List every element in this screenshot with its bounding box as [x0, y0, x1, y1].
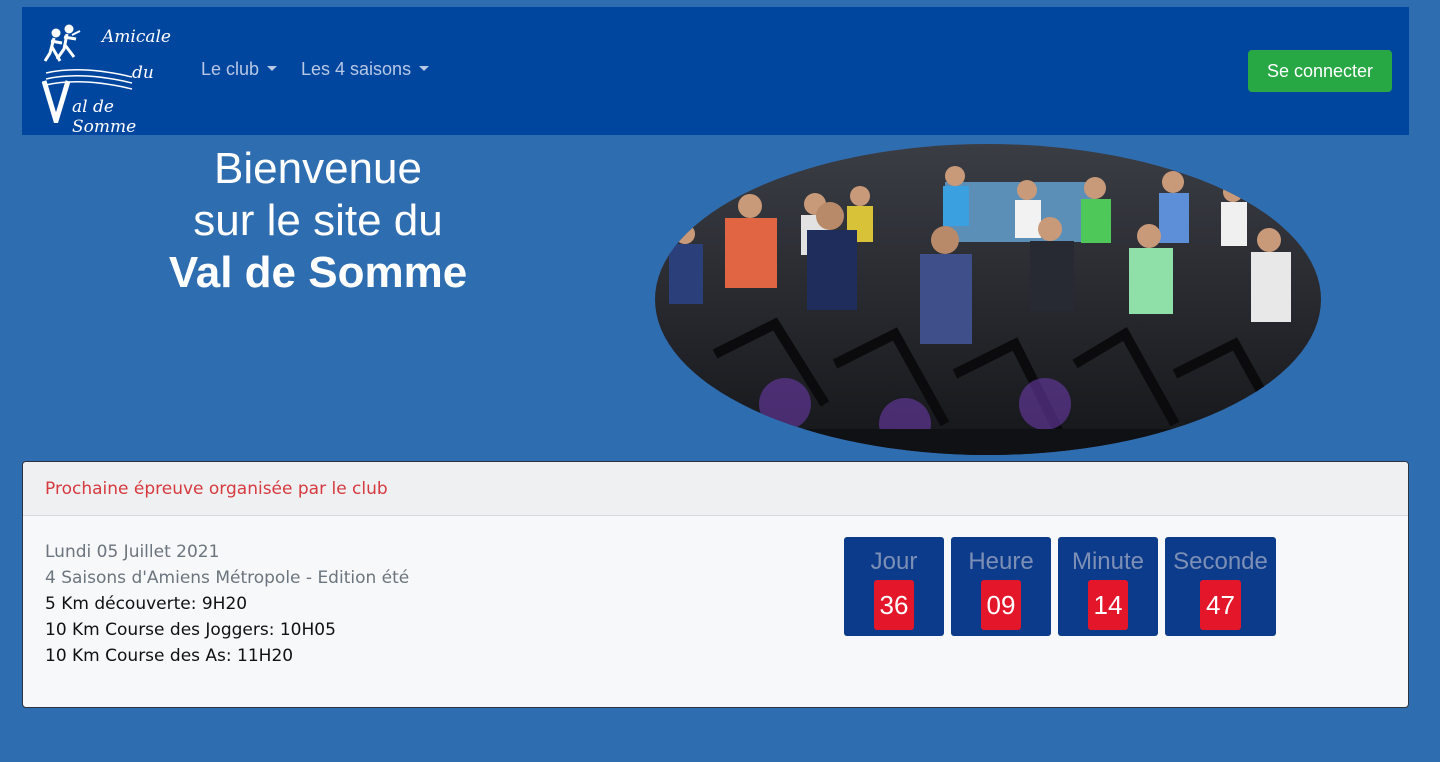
countdown-value: 14	[1087, 580, 1129, 630]
welcome-heading: Bienvenue sur le site du Val de Somme	[68, 143, 568, 299]
logo-text-val-de-somme: al de Somme	[72, 97, 137, 137]
countdown-minutes: Minute 14	[1058, 537, 1158, 636]
welcome-line-2: sur le site du	[193, 196, 443, 245]
next-event-title: Prochaine épreuve organisée par le club	[45, 479, 388, 499]
race-item: 5 Km découverte: 9H20	[45, 594, 248, 614]
card-header: Prochaine épreuve organisée par le club	[23, 462, 1408, 516]
login-button[interactable]: Se connecter	[1248, 50, 1392, 92]
nav-menu-le-club-label: Le club	[201, 59, 260, 79]
welcome-line-1: Bienvenue	[214, 144, 422, 193]
event-details: Lundi 05 Juillet 2021 4 Saisons d'Amiens…	[45, 539, 409, 669]
countdown-value: 09	[980, 580, 1022, 630]
chevron-down-icon	[419, 65, 430, 71]
navbar: Amicale du al de Somme Le club Les 4 sai…	[22, 7, 1409, 137]
nav-menu-le-club[interactable]: Le club	[201, 59, 278, 80]
countdown-seconds: Seconde 47	[1165, 537, 1276, 636]
club-logo[interactable]: Amicale du al de Somme	[41, 21, 174, 137]
logo-text-du: du	[132, 63, 154, 83]
countdown-label: Heure	[968, 548, 1034, 575]
logo-text-amicale: Amicale	[102, 27, 171, 47]
nav-menu-4-saisons[interactable]: Les 4 saisons	[301, 59, 430, 80]
countdown-hours: Heure 09	[951, 537, 1051, 636]
hero-photo	[655, 144, 1321, 455]
event-name: 4 Saisons d'Amiens Métropole - Edition é…	[45, 568, 410, 588]
welcome-line-3: Val de Somme	[168, 248, 468, 297]
race-item: 10 Km Course des As: 11H20	[45, 646, 294, 666]
countdown-label: Minute	[1071, 548, 1145, 575]
countdown-value: 47	[1200, 580, 1241, 630]
chevron-down-icon	[267, 65, 278, 71]
countdown-days: Jour 36	[844, 537, 944, 636]
nav-menu-4-saisons-label: Les 4 saisons	[301, 59, 412, 79]
countdown-label: Seconde	[1173, 548, 1268, 575]
next-event-card: Prochaine épreuve organisée par le club …	[22, 461, 1409, 708]
race-item: 10 Km Course des Joggers: 10H05	[45, 620, 336, 640]
countdown-label: Jour	[870, 548, 918, 575]
event-date: Lundi 05 Juillet 2021	[45, 542, 220, 562]
countdown-value: 36	[873, 580, 915, 630]
